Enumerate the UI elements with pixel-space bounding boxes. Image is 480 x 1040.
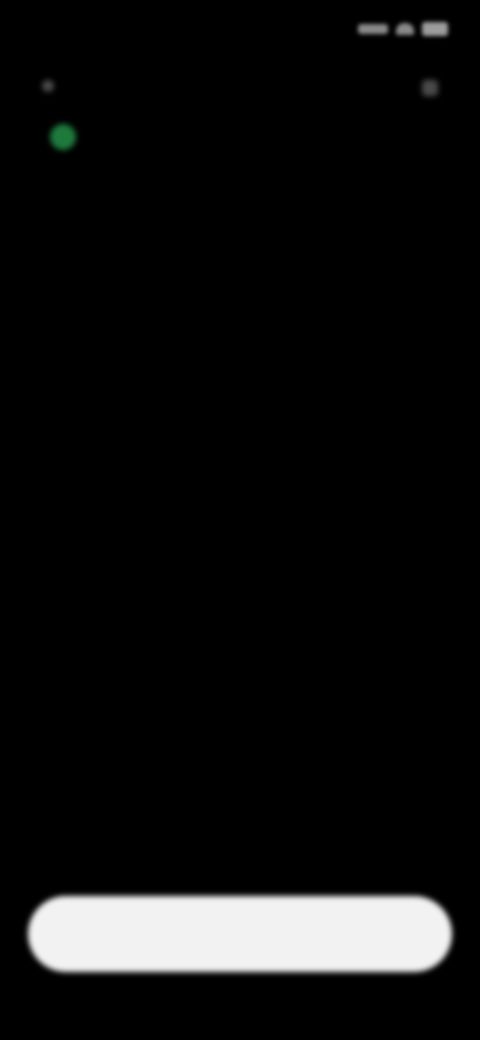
header <box>32 124 76 150</box>
menu-icon[interactable] <box>422 80 438 96</box>
connection-status-icon <box>50 124 76 150</box>
app-screen <box>0 0 480 1040</box>
message-block <box>60 262 420 278</box>
status-bar <box>32 14 448 44</box>
battery-icon <box>422 22 448 36</box>
signal-icon <box>358 24 388 34</box>
status-icons <box>358 22 448 36</box>
back-icon[interactable] <box>42 80 54 92</box>
wifi-icon <box>396 23 414 35</box>
primary-button[interactable] <box>28 896 452 972</box>
